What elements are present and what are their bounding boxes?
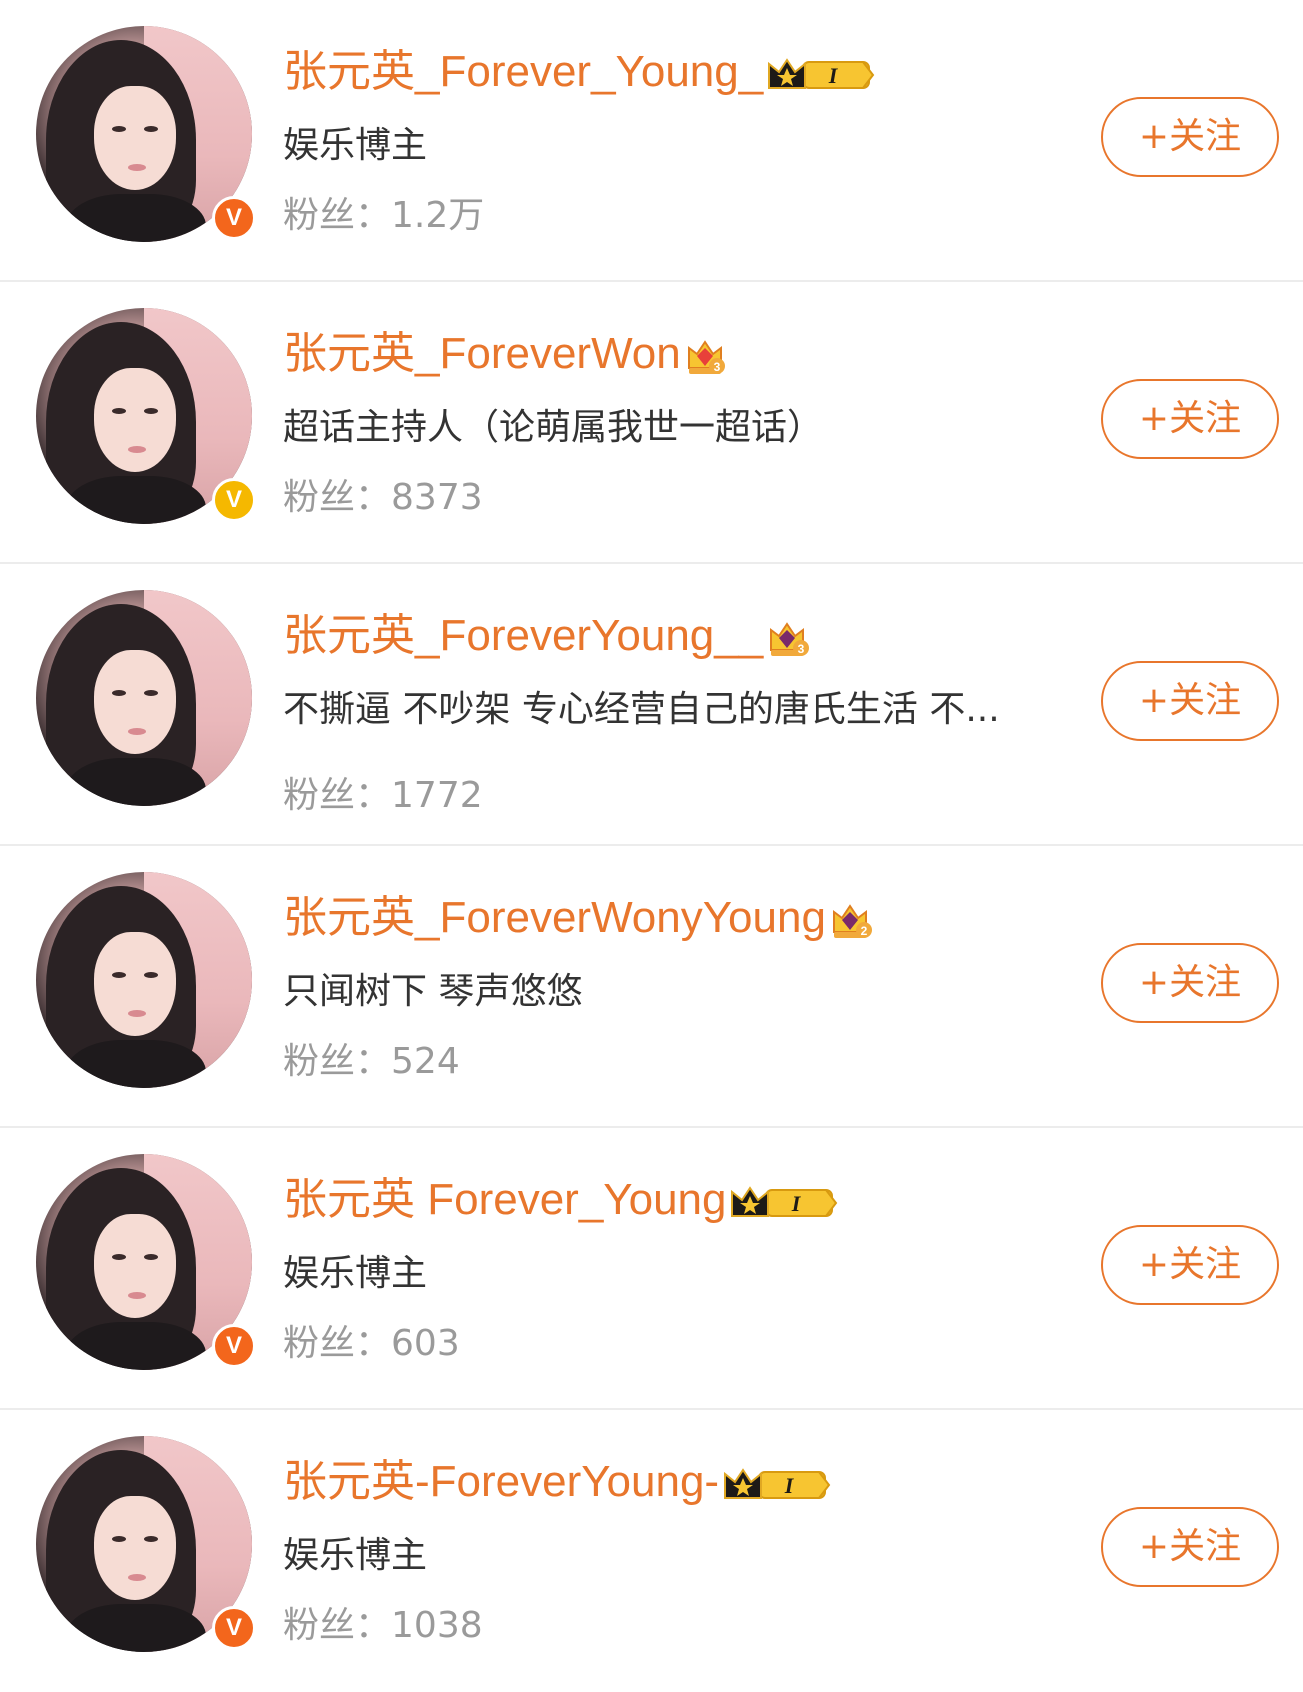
follow-button[interactable]: +关注	[1101, 379, 1279, 459]
user-name-text[interactable]: 张元英-ForeverYoung-	[283, 1457, 719, 1506]
avatar-lips	[128, 164, 146, 171]
verified-v-icon: V	[212, 1606, 256, 1650]
avatar-lips	[128, 728, 146, 735]
user-row[interactable]: V 张元英_Forever_Young_ I 娱乐博主 粉丝：1.2万 +关注	[0, 0, 1303, 282]
fans-count: 粉丝：603	[283, 1322, 460, 1366]
crown-level-text: I	[784, 1473, 795, 1498]
avatar-body	[66, 1604, 206, 1652]
avatar[interactable]	[36, 872, 252, 1088]
avatar-lips	[128, 1574, 146, 1581]
crown-level-icon: I	[765, 52, 875, 96]
fans-count: 粉丝：1038	[283, 1604, 483, 1648]
avatar-body	[66, 194, 206, 242]
user-name-text[interactable]: 张元英_Forever_Young_	[283, 47, 763, 96]
verified-v-icon: V	[212, 196, 256, 240]
avatar-eye	[112, 1254, 126, 1260]
avatar-eye	[144, 1536, 158, 1542]
avatar-lips	[128, 446, 146, 453]
crown-level-text: I	[791, 1191, 802, 1216]
fans-label: 粉丝：	[283, 195, 392, 236]
user-name[interactable]: 张元英_Forever_Young_ I	[283, 44, 875, 100]
fans-label: 粉丝：	[283, 1605, 392, 1646]
user-name-text[interactable]: 张元英_ForeverWon	[283, 329, 681, 378]
user-name[interactable]: 张元英_ForeverWonyYoung 2	[283, 890, 878, 946]
fans-value: 1.2万	[391, 195, 485, 236]
follow-button[interactable]: +关注	[1101, 661, 1279, 741]
avatar-eye	[112, 690, 126, 696]
avatar-eye	[112, 1536, 126, 1542]
avatar-eye	[112, 408, 126, 414]
crown-level-text: I	[828, 63, 839, 88]
user-name[interactable]: 张元英 Forever_Young I	[283, 1172, 838, 1228]
avatar-eye	[112, 126, 126, 132]
avatar-lips	[128, 1292, 146, 1299]
verified-v-icon: V	[212, 478, 256, 522]
avatar-face	[94, 650, 176, 754]
follow-button[interactable]: +关注	[1101, 943, 1279, 1023]
fans-count: 粉丝：524	[283, 1040, 460, 1084]
user-row[interactable]: V 张元英 Forever_Young I 娱乐博主 粉丝：603 +关注	[0, 1128, 1303, 1410]
avatar-body	[66, 476, 206, 524]
gem-crown-icon: 3	[765, 616, 815, 660]
gem-crown-icon: 3	[683, 334, 727, 378]
user-list: V 张元英_Forever_Young_ I 娱乐博主 粉丝：1.2万 +关注 V…	[0, 0, 1303, 1687]
gem-crown-level: 2	[861, 924, 868, 938]
fans-label: 粉丝：	[283, 1323, 392, 1364]
user-description: 娱乐博主	[283, 1535, 428, 1576]
user-description: 不撕逼 不吵架 专心经营自己的唐氏生活 不...	[283, 689, 1000, 730]
avatar-face	[94, 1214, 176, 1318]
avatar-body	[66, 1040, 206, 1088]
fans-count: 粉丝：1.2万	[283, 194, 484, 238]
crown-level-icon: I	[721, 1462, 831, 1506]
user-name-text[interactable]: 张元英_ForeverWonyYoung	[283, 893, 826, 942]
avatar[interactable]	[36, 590, 252, 806]
user-row[interactable]: 张元英_ForeverWonyYoung 2 只闻树下 琴声悠悠 粉丝：524 +…	[0, 846, 1303, 1128]
fans-label: 粉丝：	[283, 775, 392, 816]
fans-count: 粉丝：1772	[283, 774, 483, 818]
gem-crown-level: 3	[798, 642, 805, 656]
user-row[interactable]: V 张元英_ForeverWon 3 超话主持人（论萌属我世一超话） 粉丝：837…	[0, 282, 1303, 564]
avatar-eye	[144, 126, 158, 132]
fans-value: 524	[391, 1041, 460, 1082]
fans-value: 603	[391, 1323, 460, 1364]
gem-crown-icon: 2	[828, 898, 878, 942]
gem-crown-level: 3	[713, 360, 720, 374]
fans-value: 1772	[391, 775, 483, 816]
user-description: 超话主持人（论萌属我世一超话）	[283, 407, 824, 448]
avatar-eye	[144, 972, 158, 978]
user-name-text[interactable]: 张元英_ForeverYoung__	[283, 611, 763, 660]
avatar-eye	[144, 408, 158, 414]
avatar-face	[94, 932, 176, 1036]
fans-label: 粉丝：	[283, 477, 392, 518]
fans-label: 粉丝：	[283, 1041, 392, 1082]
follow-button[interactable]: +关注	[1101, 1507, 1279, 1587]
follow-button[interactable]: +关注	[1101, 1225, 1279, 1305]
avatar-face	[94, 1496, 176, 1600]
user-name[interactable]: 张元英_ForeverWon 3	[283, 326, 727, 382]
avatar-face	[94, 368, 176, 472]
fans-value: 8373	[391, 477, 483, 518]
avatar-body	[66, 1322, 206, 1370]
fans-count: 粉丝：8373	[283, 476, 483, 520]
avatar-face	[94, 86, 176, 190]
user-name[interactable]: 张元英_ForeverYoung__ 3	[283, 608, 815, 664]
follow-button[interactable]: +关注	[1101, 97, 1279, 177]
user-description: 娱乐博主	[283, 1253, 428, 1294]
user-description: 娱乐博主	[283, 125, 428, 166]
verified-v-icon: V	[212, 1324, 256, 1368]
avatar-eye	[144, 1254, 158, 1260]
avatar-lips	[128, 1010, 146, 1017]
user-name[interactable]: 张元英-ForeverYoung- I	[283, 1454, 831, 1510]
crown-level-icon: I	[728, 1180, 838, 1224]
avatar-eye	[112, 972, 126, 978]
user-row[interactable]: V 张元英-ForeverYoung- I 娱乐博主 粉丝：1038 +关注	[0, 1410, 1303, 1692]
user-name-text[interactable]: 张元英 Forever_Young	[283, 1175, 726, 1224]
avatar-body	[66, 758, 206, 806]
avatar-eye	[144, 690, 158, 696]
user-description: 只闻树下 琴声悠悠	[283, 971, 583, 1012]
fans-value: 1038	[391, 1605, 483, 1646]
user-row[interactable]: 张元英_ForeverYoung__ 3 不撕逼 不吵架 专心经营自己的唐氏生活 …	[0, 564, 1303, 846]
